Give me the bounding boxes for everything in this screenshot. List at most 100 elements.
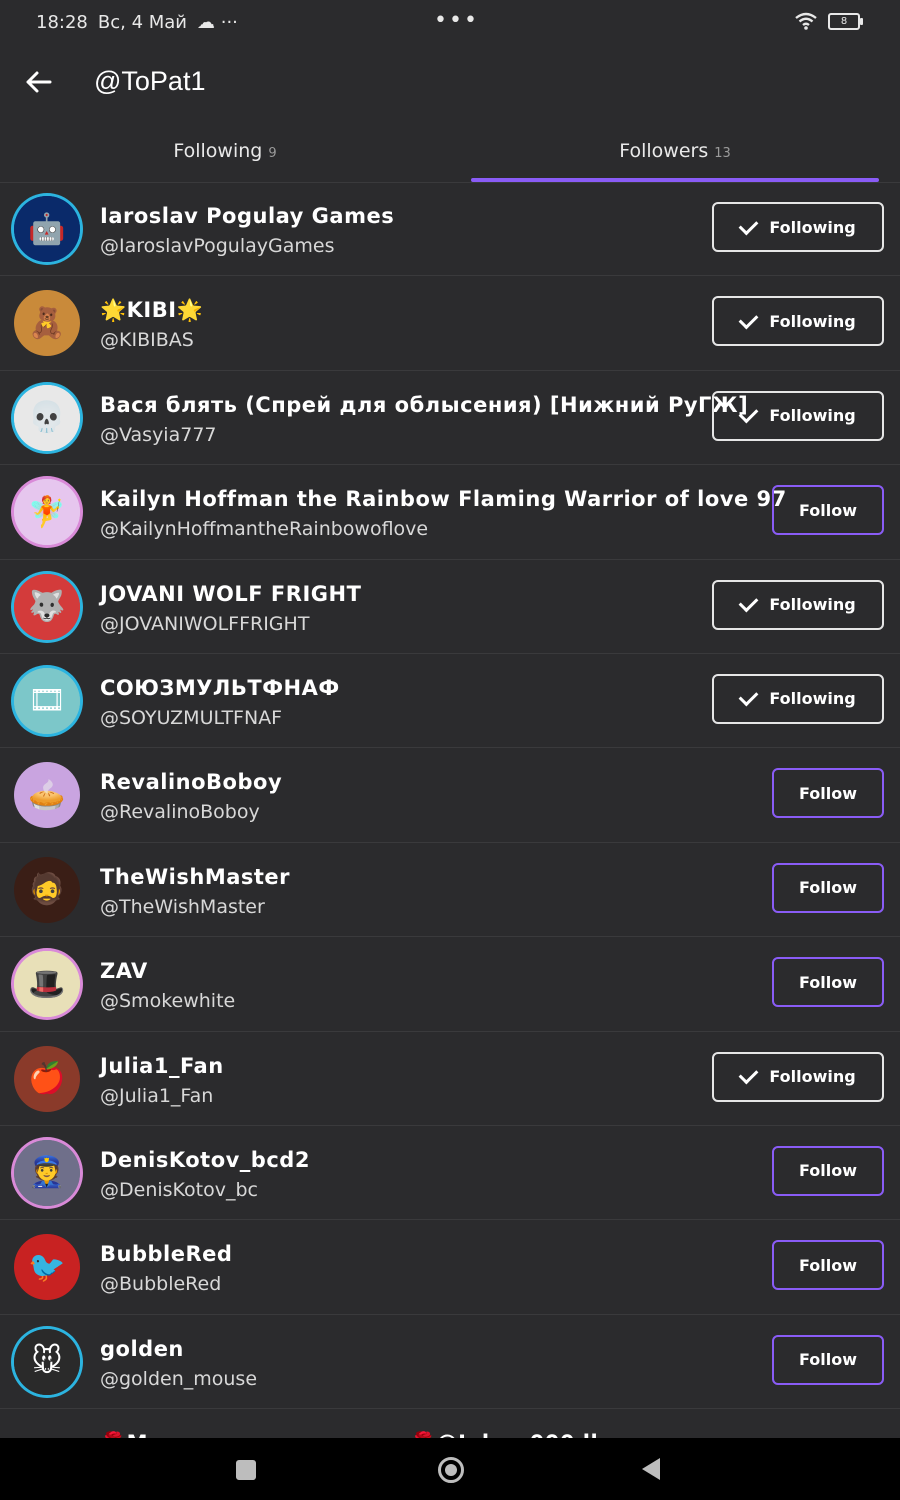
follow-button[interactable]: Follow: [772, 862, 884, 913]
list-item[interactable]: 🐦 BubbleRed @BubbleRed Follow: [0, 1220, 900, 1315]
following-button[interactable]: Following: [712, 1051, 884, 1102]
avatar-image: 🐺: [14, 573, 80, 640]
button-label: Follow: [798, 783, 857, 803]
app-header: @ToPat1: [0, 46, 900, 120]
following-button[interactable]: Following: [712, 579, 884, 630]
avatar[interactable]: 🎞: [14, 667, 80, 734]
display-name[interactable]: 🌟KIBI🌟: [100, 298, 203, 323]
avatar[interactable]: 💀: [14, 384, 80, 451]
list-item[interactable]: 💀 Вася блять (Спрей для облысения) [Нижни…: [0, 371, 900, 466]
status-right: 8: [794, 12, 863, 30]
display-name[interactable]: 🌹M: [100, 1431, 148, 1438]
following-button[interactable]: Following: [712, 673, 884, 724]
avatar[interactable]: 🐺: [14, 573, 80, 640]
avatar-image: 🎞: [14, 667, 80, 734]
display-name[interactable]: RevalinoBoboy: [100, 770, 282, 794]
wifi-icon: [795, 12, 817, 30]
following-button[interactable]: Following: [712, 202, 884, 252]
list-item[interactable]: 🧚 Kailyn Hoffman the Rainbow Flaming Warr…: [0, 465, 900, 560]
tab-followers-label: Followers: [619, 140, 709, 162]
button-label: Follow: [798, 1255, 857, 1275]
list-item[interactable]: 🎩 ZAV @Smokewhite Follow: [0, 937, 900, 1032]
arrow-left-icon: [26, 71, 52, 93]
button-label: Following: [769, 595, 856, 615]
recent-apps-button[interactable]: [236, 1460, 256, 1480]
button-label: Following: [769, 311, 856, 331]
list-item[interactable]: 🧸 🌟KIBI🌟 @KIBIBAS Following: [0, 276, 900, 371]
avatar-image: 💀: [14, 384, 80, 451]
display-name[interactable]: Julia1_Fan: [100, 1054, 224, 1078]
avatar[interactable]: 🧔: [14, 856, 80, 923]
following-button[interactable]: Following: [712, 296, 884, 347]
username-handle: @RevalinoBoboy: [100, 801, 260, 824]
button-label: Following: [769, 406, 856, 426]
display-name[interactable]: JOVANI WOLF FRIGHT: [100, 582, 361, 606]
followers-list[interactable]: 🤖 Iaroslav Pogulay Games @IaroslavPogulayG…: [0, 182, 900, 1438]
button-label: Follow: [798, 500, 857, 520]
avatar[interactable]: 🍎: [14, 1045, 80, 1112]
list-item[interactable]: 🥧 RevalinoBoboy @RevalinoBoboy Follow: [0, 748, 900, 843]
follow-button[interactable]: Follow: [772, 485, 884, 536]
status-extra-icons: ☁ ···: [197, 12, 238, 33]
list-item[interactable]: 🐭 golden @golden_mouse Follow: [0, 1315, 900, 1410]
button-label: Follow: [798, 972, 857, 992]
status-left: 18:28 Вс, 4 Май ☁ ···: [36, 12, 238, 33]
page-title: @ToPat1: [94, 66, 206, 96]
follow-button[interactable]: Follow: [772, 1145, 884, 1196]
list-item[interactable]: 🐺 JOVANI WOLF FRIGHT @JOVANIWOLFFRIGHT Foll…: [0, 560, 900, 654]
display-name[interactable]: TheWishMaster: [100, 865, 290, 889]
check-icon: [738, 592, 759, 613]
display-name[interactable]: Kailyn Hoffman the Rainbow Flaming Warri…: [100, 487, 787, 511]
avatar[interactable]: 🐭: [14, 1328, 80, 1395]
username-handle: @SOYUZMULTFNAF: [100, 706, 283, 729]
avatar[interactable]: 🤖: [14, 196, 80, 262]
list-item[interactable]: 🌹M 🌹@Ink... 000 ll...: [0, 1409, 900, 1438]
button-label: Follow: [798, 1350, 857, 1370]
button-label: Follow: [798, 1161, 857, 1181]
avatar-image: 🐦: [14, 1234, 80, 1301]
system-back-button[interactable]: [642, 1458, 660, 1480]
display-name[interactable]: СОЮЗМУЛЬТФНАФ: [100, 676, 340, 700]
tab-following[interactable]: Following 9: [0, 120, 450, 182]
list-item[interactable]: 👮 DenisKotov_bcd2 @DenisKotov_bc Follow: [0, 1126, 900, 1221]
display-name[interactable]: BubbleRed: [100, 1242, 232, 1266]
avatar-image: 🧔: [14, 856, 80, 923]
list-item[interactable]: 🤖 Iaroslav Pogulay Games @IaroslavPogulayG…: [0, 182, 900, 277]
follow-button[interactable]: Follow: [772, 1334, 884, 1385]
follow-button[interactable]: Follow: [772, 768, 884, 819]
display-name[interactable]: Вася блять (Спрей для облысения) [Нижний…: [100, 393, 748, 417]
follow-button[interactable]: Follow: [772, 957, 884, 1008]
avatar[interactable]: 🧸: [14, 290, 80, 357]
check-icon: [738, 215, 759, 235]
button-label: Following: [769, 689, 856, 709]
username-handle: @Vasyia777: [100, 423, 217, 446]
avatar[interactable]: 👮: [14, 1139, 80, 1206]
status-date: Вс, 4 Май: [97, 12, 187, 33]
display-name[interactable]: DenisKotov_bcd2: [100, 1148, 310, 1172]
back-button[interactable]: [20, 64, 56, 100]
list-item[interactable]: 🍎 Julia1_Fan @Julia1_Fan Following: [0, 1032, 900, 1126]
avatar-image: 🧸: [14, 290, 80, 357]
display-name[interactable]: golden: [100, 1337, 184, 1361]
avatar-image: 🎩: [14, 951, 80, 1018]
display-name[interactable]: Iaroslav Pogulay Games: [100, 204, 394, 228]
list-item[interactable]: 🎞 СОЮЗМУЛЬТФНАФ @SOYUZMULTFNAF Following: [0, 654, 900, 749]
status-center-dots: •••: [434, 8, 479, 33]
username-handle: @JOVANIWOLFFRIGHT: [100, 612, 310, 635]
avatar[interactable]: 🎩: [14, 951, 80, 1018]
following-button[interactable]: Following: [712, 390, 884, 441]
username-handle: @KailynHoffmantheRainbowoflove: [100, 518, 429, 541]
avatar[interactable]: 🥧: [14, 762, 80, 829]
tab-following-label: Following: [173, 140, 263, 162]
username-handle: @golden_mouse: [100, 1367, 258, 1390]
username-handle: @Smokewhite: [100, 990, 236, 1013]
home-button[interactable]: [438, 1457, 464, 1483]
avatar[interactable]: 🐦: [14, 1234, 80, 1301]
display-name[interactable]: ZAV: [100, 959, 148, 983]
button-label: Follow: [798, 878, 857, 898]
avatar[interactable]: 🧚: [14, 479, 80, 546]
tab-followers[interactable]: Followers 13: [450, 120, 900, 182]
list-item[interactable]: 🧔 TheWishMaster @TheWishMaster Follow: [0, 843, 900, 938]
follow-button[interactable]: Follow: [772, 1240, 884, 1291]
button-label: Following: [769, 217, 856, 237]
